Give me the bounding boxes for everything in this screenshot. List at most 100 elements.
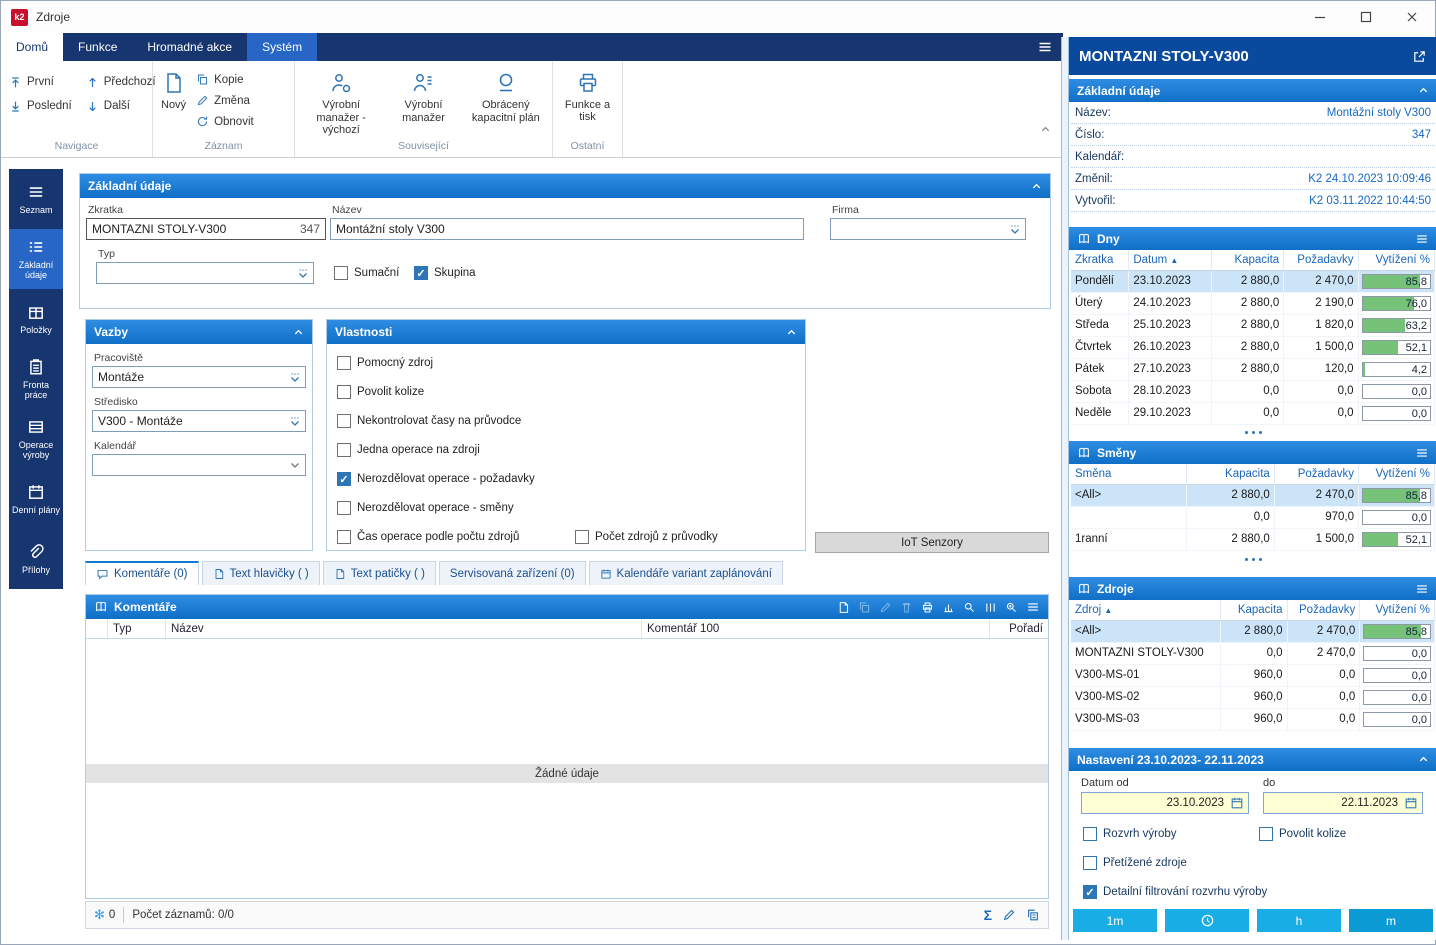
column-header[interactable]: Kapacita xyxy=(1220,600,1287,620)
zoom-settings-icon[interactable] xyxy=(1005,601,1018,614)
column-header[interactable]: Vytížení % xyxy=(1360,600,1435,620)
column-header[interactable]: Požadavky xyxy=(1287,600,1360,620)
refresh-record-button[interactable]: Obnovit xyxy=(196,115,254,128)
povolit-kolize-preview-checkbox[interactable]: Povolit kolize xyxy=(1259,827,1346,841)
scale-h-button[interactable]: h xyxy=(1257,909,1341,932)
ribbon-menu-icon[interactable] xyxy=(1027,33,1063,61)
detailni-filtrovani-checkbox[interactable]: Detailní filtrování rozvrhu výroby xyxy=(1083,885,1267,899)
column-header[interactable]: Vytížení % xyxy=(1358,464,1434,484)
column-header[interactable]: Požadavky xyxy=(1284,250,1358,270)
ribbon-tab-domu[interactable]: Domů xyxy=(1,33,63,61)
stredisko-input[interactable]: V300 - Montáže xyxy=(92,410,306,432)
datum-od-input[interactable]: 23.10.2023 xyxy=(1081,792,1249,814)
table-row[interactable]: Pátek27.10.20232 880,0120,04,2 xyxy=(1071,358,1435,380)
nav-next-button[interactable]: Další xyxy=(86,95,156,117)
scale-m-button[interactable]: m xyxy=(1349,909,1433,932)
table-row[interactable]: Neděle29.10.20230,00,00,0 xyxy=(1071,402,1435,424)
sidebar-item-fronta-prace[interactable]: Fronta práce xyxy=(9,349,63,409)
open-external-icon[interactable] xyxy=(1412,49,1427,64)
column-header-nazev[interactable]: Název xyxy=(166,619,642,638)
table-row[interactable]: <All>2 880,02 470,085,8 xyxy=(1071,484,1435,506)
chevron-down-icon[interactable] xyxy=(290,460,300,470)
delete-icon[interactable] xyxy=(900,601,913,614)
iot-senzory-button[interactable]: IoT Senzory xyxy=(815,532,1049,553)
sidebar-item-denni-plany[interactable]: Denní plány xyxy=(9,469,63,529)
maximize-button[interactable] xyxy=(1343,1,1389,33)
pracoviste-input[interactable]: Montáže xyxy=(92,366,306,388)
production-manager-default-button[interactable]: Výrobní manažer - výchozí xyxy=(303,67,379,137)
column-header[interactable]: Vytížení % xyxy=(1358,250,1434,270)
cas-operace-checkbox[interactable]: Čas operace podle počtu zdrojů xyxy=(337,530,519,544)
panel-splitter[interactable] xyxy=(1061,37,1069,940)
section-splitter[interactable] xyxy=(1069,553,1436,565)
copy-record-button[interactable]: Kopie xyxy=(196,73,254,86)
functions-print-button[interactable]: Funkce a tisk xyxy=(561,67,614,123)
sum-icon[interactable]: Σ xyxy=(984,907,992,923)
column-header[interactable]: Zdroj ▲ xyxy=(1071,600,1220,620)
reverse-capacity-plan-button[interactable]: Obrácený kapacitní plán xyxy=(468,67,544,137)
tab-kalendare-variant[interactable]: Kalendáře variant zaplánování xyxy=(589,561,783,585)
sumacni-checkbox[interactable]: Sumační xyxy=(334,266,399,280)
menu-icon[interactable] xyxy=(1415,446,1429,460)
column-header-komentar[interactable]: Komentář 100 xyxy=(642,619,990,638)
pocet-zdroju-checkbox[interactable]: Počet zdrojů z průvodky xyxy=(575,530,718,544)
jedna-operace-checkbox[interactable]: Jedna operace na zdroji xyxy=(337,443,480,457)
collapse-chevron-icon[interactable] xyxy=(293,327,304,338)
clock-button[interactable] xyxy=(1165,909,1249,932)
kalendar-input[interactable] xyxy=(92,454,306,476)
close-button[interactable] xyxy=(1389,1,1435,33)
sidebar-item-operace-vyroby[interactable]: Operace výroby xyxy=(9,409,63,469)
nekontrolovat-casy-checkbox[interactable]: Nekontrolovat časy na průvodce xyxy=(337,414,521,428)
nav-first-button[interactable]: První xyxy=(9,71,72,93)
column-header[interactable]: Požadavky xyxy=(1274,464,1358,484)
tab-text-hlavicky[interactable]: Text hlavičky ( ) xyxy=(202,561,320,585)
table-row[interactable]: Čtvrtek26.10.20232 880,01 500,052,1 xyxy=(1071,336,1435,358)
comments-grid-body[interactable]: Žádné údaje xyxy=(86,639,1048,880)
column-header[interactable]: Datum ▲ xyxy=(1129,250,1212,270)
table-row[interactable]: Pondělí23.10.20232 880,02 470,085,8 xyxy=(1071,270,1435,292)
table-row[interactable]: V300-MS-03960,00,00,0 xyxy=(1071,708,1435,730)
columns-icon[interactable] xyxy=(984,601,997,614)
zkratka-input[interactable]: MONTAZNI STOLY-V300 347 xyxy=(86,218,326,240)
ribbon-tab-funkce[interactable]: Funkce xyxy=(63,33,132,61)
table-row[interactable]: 1ranní2 880,01 500,052,1 xyxy=(1071,528,1435,550)
minimize-button[interactable] xyxy=(1297,1,1343,33)
lookup-chevron-icon[interactable] xyxy=(1010,224,1020,234)
table-row[interactable]: Sobota28.10.20230,00,00,0 xyxy=(1071,380,1435,402)
menu-icon[interactable] xyxy=(1026,600,1040,614)
ribbon-tab-hromadne-akce[interactable]: Hromadné akce xyxy=(132,33,247,61)
table-row[interactable]: Středa25.10.20232 880,01 820,063,2 xyxy=(1071,314,1435,336)
tab-text-paticky[interactable]: Text patičky ( ) xyxy=(323,561,436,585)
calendar-icon[interactable] xyxy=(1404,796,1418,810)
ribbon-collapse-icon[interactable] xyxy=(1040,124,1051,135)
table-row[interactable]: 0,0970,00,0 xyxy=(1071,506,1435,528)
table-row[interactable]: V300-MS-02960,00,00,0 xyxy=(1071,686,1435,708)
menu-icon[interactable] xyxy=(1415,582,1429,596)
menu-icon[interactable] xyxy=(1415,232,1429,246)
nerozdelovat-smeny-checkbox[interactable]: Nerozdělovat operace - směny xyxy=(337,501,514,515)
nav-last-button[interactable]: Poslední xyxy=(9,95,72,117)
skupina-checkbox[interactable]: Skupina xyxy=(414,266,476,280)
new-record-button[interactable]: Nový xyxy=(161,67,186,137)
pretizene-zdroje-checkbox[interactable]: Přetížené zdroje xyxy=(1083,856,1187,870)
column-header[interactable]: Zkratka xyxy=(1071,250,1129,270)
column-header[interactable]: Kapacita xyxy=(1211,250,1283,270)
section-splitter[interactable] xyxy=(1069,426,1436,438)
edit-record-button[interactable]: Změna xyxy=(196,94,254,107)
collapse-chevron-icon[interactable] xyxy=(1418,85,1429,96)
tab-komentare[interactable]: Komentáře (0) xyxy=(85,561,199,585)
print-icon[interactable] xyxy=(921,601,934,614)
lookup-chevron-icon[interactable] xyxy=(290,416,300,426)
nazev-input[interactable]: Montážní stoly V300 xyxy=(330,218,804,240)
firma-input[interactable] xyxy=(830,218,1026,240)
tab-servisovana-zarizeni[interactable]: Servisovaná zařízení (0) xyxy=(439,561,586,585)
collapse-chevron-icon[interactable] xyxy=(1418,754,1429,765)
povolit-kolize-checkbox[interactable]: Povolit kolize xyxy=(337,385,424,399)
ribbon-tab-system[interactable]: Systém xyxy=(247,33,317,61)
table-row[interactable]: <All>2 880,02 470,085,8 xyxy=(1071,620,1435,642)
edit-icon[interactable] xyxy=(1002,908,1016,922)
lookup-chevron-icon[interactable] xyxy=(298,268,308,278)
collapse-chevron-icon[interactable] xyxy=(786,327,797,338)
collapse-chevron-icon[interactable] xyxy=(1031,181,1042,192)
column-header[interactable]: Kapacita xyxy=(1186,464,1274,484)
